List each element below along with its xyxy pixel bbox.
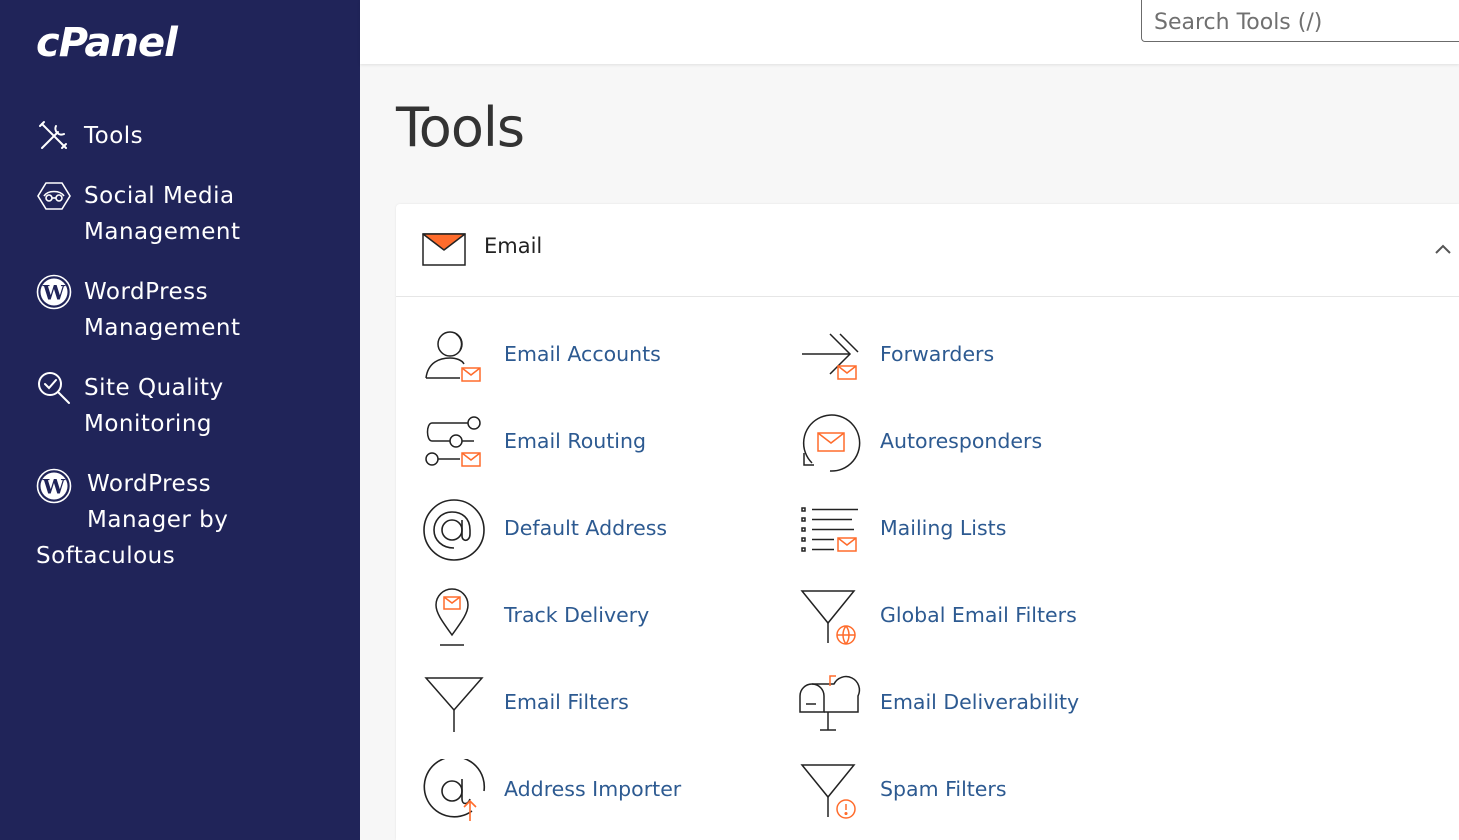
sidebar-item-label: Softaculous bbox=[36, 543, 176, 569]
tool-default-address[interactable]: Default Address bbox=[422, 498, 742, 562]
tool-label: Forwarders bbox=[880, 342, 995, 366]
tool-label: Autoresponders bbox=[880, 429, 1043, 453]
sidebar-item-label: Manager by bbox=[87, 507, 229, 533]
sidebar-item-label: Site Quality Monitoring bbox=[84, 375, 224, 437]
tools-icon bbox=[39, 121, 67, 149]
wordpress-icon: W bbox=[36, 274, 72, 310]
tool-label: Default Address bbox=[504, 516, 668, 540]
tool-label: Spam Filters bbox=[880, 777, 1007, 801]
wordpress-icon: W bbox=[36, 468, 72, 504]
tool-autoresponders[interactable]: Autoresponders bbox=[798, 411, 1118, 475]
tool-label: Email Accounts bbox=[504, 342, 661, 366]
tool-global-email-filters[interactable]: Global Email Filters bbox=[798, 585, 1118, 649]
email-routing-icon bbox=[425, 416, 481, 467]
email-filters-icon bbox=[424, 677, 484, 732]
social-media-icon bbox=[37, 182, 71, 210]
autoresponders-icon bbox=[802, 414, 861, 472]
tool-label: Address Importer bbox=[504, 777, 682, 801]
cpanel-logo[interactable]: cPanel bbox=[36, 20, 178, 66]
tool-label: Email Routing bbox=[504, 429, 646, 453]
page-title: Tools bbox=[396, 96, 525, 159]
sidebar-item-wordpress-softaculous[interactable]: W WordPress Manager by Softaculous bbox=[36, 466, 228, 574]
tool-label: Email Filters bbox=[504, 690, 629, 714]
track-delivery-icon bbox=[435, 588, 469, 646]
sidebar-item-tools[interactable]: Tools bbox=[36, 118, 314, 154]
email-section-panel: Email Email Accounts Forwarders Email Ro… bbox=[396, 204, 1459, 840]
sidebar-item-social-media[interactable]: Social Media Management bbox=[36, 178, 314, 250]
email-accounts-icon bbox=[425, 331, 481, 382]
tool-address-importer[interactable]: Address Importer bbox=[422, 759, 742, 823]
sidebar-item-label: Social Media Management bbox=[84, 183, 241, 245]
sidebar-item-site-quality[interactable]: Site Quality Monitoring bbox=[36, 370, 314, 442]
tool-label: Email Deliverability bbox=[880, 690, 1080, 714]
email-section-header[interactable]: Email bbox=[396, 204, 1459, 297]
envelope-icon bbox=[422, 233, 466, 266]
address-importer-icon bbox=[423, 759, 486, 821]
tool-spam-filters[interactable]: Spam Filters bbox=[798, 759, 1118, 823]
tool-label: Track Delivery bbox=[504, 603, 650, 627]
tool-track-delivery[interactable]: Track Delivery bbox=[422, 585, 742, 649]
spam-filters-icon bbox=[800, 764, 856, 819]
tool-label: Global Email Filters bbox=[880, 603, 1077, 627]
tool-mailing-lists[interactable]: Mailing Lists bbox=[798, 498, 1118, 562]
email-deliverability-icon bbox=[799, 675, 861, 731]
tool-email-routing[interactable]: Email Routing bbox=[422, 411, 742, 475]
global-email-filters-icon bbox=[800, 590, 856, 645]
sidebar-item-wordpress-management[interactable]: W WordPress Management bbox=[36, 274, 314, 346]
sidebar: cPanel Tools Social Media Management W W… bbox=[0, 0, 360, 840]
mailing-lists-icon bbox=[801, 507, 858, 552]
forwarders-icon bbox=[802, 333, 859, 380]
sidebar-item-label: WordPress Management bbox=[84, 279, 241, 341]
tool-email-deliverability[interactable]: Email Deliverability bbox=[798, 672, 1118, 736]
sidebar-item-label: Tools bbox=[84, 123, 144, 149]
tool-email-accounts[interactable]: Email Accounts bbox=[422, 324, 742, 388]
default-address-icon bbox=[423, 499, 485, 561]
search-input[interactable] bbox=[1141, 0, 1459, 42]
tool-forwarders[interactable]: Forwarders bbox=[798, 324, 1118, 388]
top-bar bbox=[360, 0, 1459, 64]
site-quality-icon bbox=[38, 372, 70, 404]
section-title: Email bbox=[484, 234, 543, 258]
tool-email-filters[interactable]: Email Filters bbox=[422, 672, 742, 736]
svg-text:W: W bbox=[42, 475, 66, 499]
svg-text:W: W bbox=[42, 281, 66, 305]
tool-label: Mailing Lists bbox=[880, 516, 1007, 540]
chevron-up-icon[interactable] bbox=[1433, 242, 1453, 256]
